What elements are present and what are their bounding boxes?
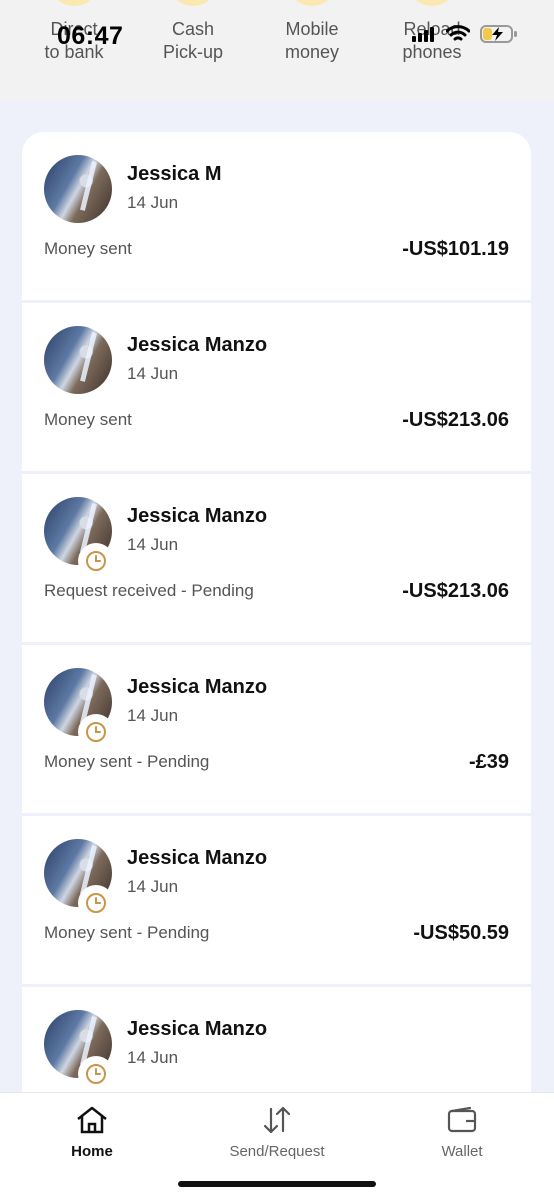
transaction-date: 14 Jun <box>127 364 179 383</box>
quick-actions-area: Direct to bank Cash Pick-up Mobile money… <box>0 0 554 102</box>
nav-home[interactable]: Home <box>17 1105 167 1160</box>
battery-charging-icon <box>480 25 517 43</box>
recipient-name: Jessica Manzo <box>127 676 268 698</box>
clock-icon <box>86 551 106 571</box>
transaction-date: 14 Jun <box>127 535 179 554</box>
transaction-row[interactable]: Jessica Manzo 14 Jun Money sent - Pendin… <box>22 816 531 984</box>
transaction-date: 14 Jun <box>127 706 179 725</box>
home-indicator <box>178 1181 376 1187</box>
transaction-status: Money sent <box>44 239 132 258</box>
transaction-status: Money sent <box>44 410 132 429</box>
pending-badge <box>78 543 114 579</box>
transfer-arrows-icon <box>263 1106 291 1134</box>
status-time: 06:47 <box>57 22 124 50</box>
transaction-amount: -US$50.59 <box>413 922 509 944</box>
avatar <box>44 326 112 394</box>
transaction-status: Money sent - Pending <box>44 752 210 771</box>
transaction-amount: -US$101.19 <box>402 238 509 260</box>
nav-wallet[interactable]: Wallet <box>387 1105 537 1160</box>
status-icons <box>412 24 518 44</box>
clock-icon <box>86 722 106 742</box>
transaction-amount: -US$213.06 <box>402 580 509 602</box>
transaction-date: 14 Jun <box>127 193 179 212</box>
transaction-row[interactable]: Jessica M 14 Jun Money sent -US$101.19 <box>22 132 531 300</box>
home-icon <box>77 1106 107 1134</box>
nav-label: Home <box>71 1143 113 1160</box>
transaction-amount: -US$213.06 <box>402 409 509 431</box>
clock-icon <box>86 1064 106 1084</box>
nav-send-request[interactable]: Send/Request <box>202 1105 352 1160</box>
transaction-date: 14 Jun <box>127 1048 179 1067</box>
transaction-row[interactable]: Jessica Manzo 14 Jun Request received - … <box>22 474 531 642</box>
transaction-list[interactable]: Jessica M 14 Jun Money sent -US$101.19 J… <box>22 132 531 1092</box>
avatar <box>44 155 112 223</box>
wallet-icon <box>447 1106 477 1133</box>
nav-label: Send/Request <box>229 1143 325 1160</box>
pending-badge <box>78 885 114 921</box>
cellular-signal-icon <box>412 27 434 42</box>
recipient-name: Jessica Manzo <box>127 505 268 527</box>
quick-action-label: Mobile money <box>284 19 340 62</box>
transaction-date: 14 Jun <box>127 877 179 896</box>
quick-action-cash-pickup[interactable]: Cash Pick-up <box>128 0 258 64</box>
quick-action-label: Cash Pick-up <box>162 19 224 62</box>
recipient-name: Jessica Manzo <box>127 847 268 869</box>
transaction-row[interactable]: Jessica Manzo 14 Jun Money sent - Pendin… <box>22 645 531 813</box>
recipient-name: Jessica Manzo <box>127 334 268 356</box>
transaction-status: Money sent - Pending <box>44 923 210 942</box>
nav-label: Wallet <box>441 1143 483 1160</box>
wifi-icon <box>446 25 470 41</box>
transaction-row[interactable]: Jessica Manzo 14 Jun Money sent -US$213.… <box>22 303 531 471</box>
transaction-amount: -£39 <box>468 751 509 773</box>
quick-action-mobile-money[interactable]: Mobile money <box>247 0 377 64</box>
transaction-status: Request received - Pending <box>44 581 254 600</box>
recipient-name: Jessica M <box>127 163 222 185</box>
transaction-row[interactable]: Jessica Manzo 14 Jun <box>22 987 531 1092</box>
pending-badge <box>78 714 114 750</box>
pending-badge <box>78 1056 114 1092</box>
clock-icon <box>86 893 106 913</box>
recipient-name: Jessica Manzo <box>127 1018 268 1040</box>
